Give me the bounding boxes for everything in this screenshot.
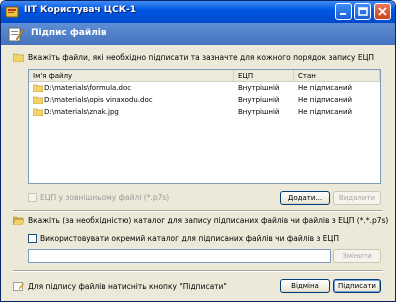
app-window: ІІТ Користувач ЦСК-1 Підпис файлів Вкажі… [0, 0, 396, 302]
divider [13, 270, 383, 272]
footer-hint: Для підпису файлів натисніть кнопку "Під… [28, 282, 227, 291]
page-title: Підпис файлів [31, 28, 107, 38]
file-status: Не підписаний [298, 96, 353, 104]
remove-button[interactable]: Видалити [333, 191, 381, 205]
table-row[interactable]: D:\materials\formula.doc Внутрішній Не п… [29, 82, 380, 94]
file-icon [33, 108, 43, 116]
column-header-filename[interactable]: Ім'я файлу [29, 70, 234, 82]
column-header-signature[interactable]: ЕЦП [234, 70, 294, 82]
use-separate-catalog-checkbox[interactable] [28, 234, 37, 243]
minimize-button[interactable] [335, 3, 352, 20]
maximize-button[interactable] [354, 3, 371, 20]
divider [13, 210, 383, 212]
change-button[interactable]: Змінити [333, 249, 381, 263]
catalog-path-input[interactable] [28, 249, 331, 263]
file-icon [33, 96, 43, 104]
file-status: Не підписаний [298, 108, 353, 116]
file-signature: Внутрішній [238, 96, 280, 104]
file-name: D:\materials\formula.doc [44, 84, 132, 92]
cancel-button[interactable]: Відміна [280, 279, 330, 293]
column-header-status[interactable]: Стан [294, 70, 380, 82]
table-row[interactable]: D:\materials\opis vinaxodu.doc Внутрішні… [29, 94, 380, 106]
catalog-instruction: Вкажіть (за необхідністю) каталог для за… [28, 216, 389, 225]
maximize-icon [358, 7, 368, 16]
open-folder-icon [13, 216, 24, 225]
sign-button[interactable]: Підписати [333, 279, 381, 293]
use-separate-catalog-label: Використовувати окремий каталог для підп… [40, 234, 339, 243]
file-status: Не підписаний [298, 84, 353, 92]
window-title: ІІТ Користувач ЦСК-1 [24, 5, 137, 15]
files-table[interactable]: Ім'я файлу ЕЦП Стан D:\materials\formula… [28, 69, 381, 184]
file-name: D:\materials\znak.jpg [44, 108, 119, 116]
app-icon [5, 6, 19, 18]
minimize-icon [340, 13, 346, 15]
external-file-checkbox[interactable] [28, 193, 37, 202]
signature-pen-icon [8, 27, 25, 42]
files-instruction: Вкажіть файли, які необхідно підписати т… [28, 53, 375, 62]
file-signature: Внутрішній [238, 84, 280, 92]
external-file-label: ЕЦП у зовнішньому файлі (*.p7s) [40, 193, 170, 202]
table-row[interactable]: D:\materials\znak.jpg Внутрішній Не підп… [29, 106, 380, 118]
file-icon [33, 84, 43, 92]
title-bar[interactable]: ІІТ Користувач ЦСК-1 [1, 1, 395, 23]
folder-icon [13, 53, 24, 62]
close-icon [378, 7, 387, 16]
page-header: Підпис файлів [1, 23, 395, 45]
add-button[interactable]: Додати... [280, 191, 330, 205]
close-button[interactable] [374, 3, 391, 20]
file-name: D:\materials\opis vinaxodu.doc [44, 96, 153, 104]
info-sign-icon [13, 282, 24, 291]
file-signature: Внутрішній [238, 108, 280, 116]
